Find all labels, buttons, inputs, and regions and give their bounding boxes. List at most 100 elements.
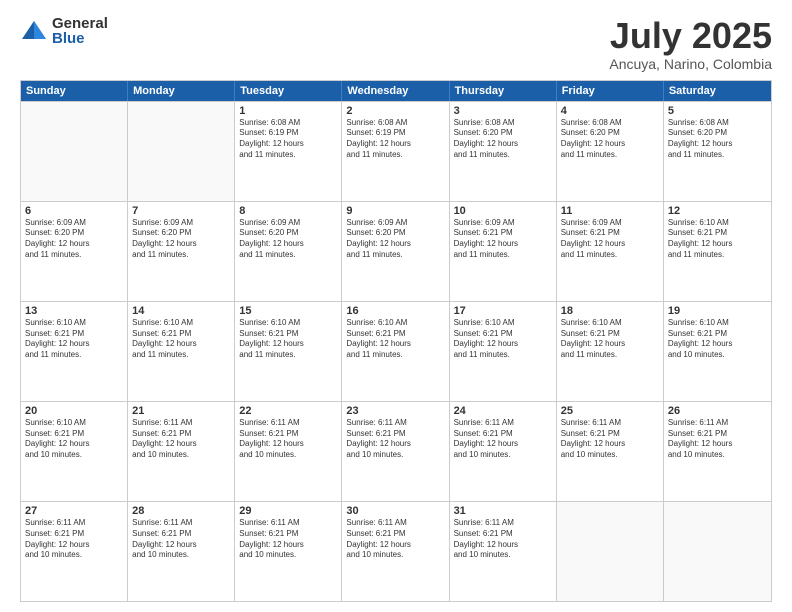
calendar-cell: 29Sunrise: 6:11 AM Sunset: 6:21 PM Dayli… bbox=[235, 502, 342, 601]
calendar-cell: 30Sunrise: 6:11 AM Sunset: 6:21 PM Dayli… bbox=[342, 502, 449, 601]
day-number: 24 bbox=[454, 405, 552, 417]
day-number: 16 bbox=[346, 305, 444, 317]
location: Ancuya, Narino, Colombia bbox=[609, 56, 772, 72]
calendar-cell bbox=[128, 102, 235, 201]
page: General Blue July 2025 Ancuya, Narino, C… bbox=[0, 0, 792, 612]
calendar-cell: 31Sunrise: 6:11 AM Sunset: 6:21 PM Dayli… bbox=[450, 502, 557, 601]
day-info: Sunrise: 6:09 AM Sunset: 6:20 PM Dayligh… bbox=[132, 218, 230, 261]
day-info: Sunrise: 6:09 AM Sunset: 6:21 PM Dayligh… bbox=[561, 218, 659, 261]
day-number: 8 bbox=[239, 205, 337, 217]
day-info: Sunrise: 6:11 AM Sunset: 6:21 PM Dayligh… bbox=[239, 518, 337, 561]
day-info: Sunrise: 6:11 AM Sunset: 6:21 PM Dayligh… bbox=[25, 518, 123, 561]
calendar-header: SundayMondayTuesdayWednesdayThursdayFrid… bbox=[21, 81, 771, 101]
calendar-cell: 12Sunrise: 6:10 AM Sunset: 6:21 PM Dayli… bbox=[664, 202, 771, 301]
calendar-cell: 13Sunrise: 6:10 AM Sunset: 6:21 PM Dayli… bbox=[21, 302, 128, 401]
day-number: 26 bbox=[668, 405, 767, 417]
calendar-row-1: 1Sunrise: 6:08 AM Sunset: 6:19 PM Daylig… bbox=[21, 101, 771, 201]
day-info: Sunrise: 6:11 AM Sunset: 6:21 PM Dayligh… bbox=[668, 418, 767, 461]
day-info: Sunrise: 6:09 AM Sunset: 6:20 PM Dayligh… bbox=[25, 218, 123, 261]
header: General Blue July 2025 Ancuya, Narino, C… bbox=[20, 16, 772, 72]
day-info: Sunrise: 6:10 AM Sunset: 6:21 PM Dayligh… bbox=[346, 318, 444, 361]
calendar-cell: 20Sunrise: 6:10 AM Sunset: 6:21 PM Dayli… bbox=[21, 402, 128, 501]
day-number: 4 bbox=[561, 105, 659, 117]
calendar-cell: 21Sunrise: 6:11 AM Sunset: 6:21 PM Dayli… bbox=[128, 402, 235, 501]
day-number: 10 bbox=[454, 205, 552, 217]
logo-blue: Blue bbox=[52, 31, 108, 46]
calendar-cell: 10Sunrise: 6:09 AM Sunset: 6:21 PM Dayli… bbox=[450, 202, 557, 301]
day-number: 13 bbox=[25, 305, 123, 317]
day-number: 20 bbox=[25, 405, 123, 417]
day-number: 15 bbox=[239, 305, 337, 317]
calendar-cell: 25Sunrise: 6:11 AM Sunset: 6:21 PM Dayli… bbox=[557, 402, 664, 501]
day-info: Sunrise: 6:08 AM Sunset: 6:20 PM Dayligh… bbox=[454, 118, 552, 161]
day-info: Sunrise: 6:11 AM Sunset: 6:21 PM Dayligh… bbox=[454, 418, 552, 461]
calendar-cell: 15Sunrise: 6:10 AM Sunset: 6:21 PM Dayli… bbox=[235, 302, 342, 401]
day-info: Sunrise: 6:11 AM Sunset: 6:21 PM Dayligh… bbox=[454, 518, 552, 561]
day-number: 2 bbox=[346, 105, 444, 117]
day-number: 23 bbox=[346, 405, 444, 417]
calendar-cell: 16Sunrise: 6:10 AM Sunset: 6:21 PM Dayli… bbox=[342, 302, 449, 401]
day-number: 11 bbox=[561, 205, 659, 217]
day-number: 27 bbox=[25, 505, 123, 517]
calendar-cell: 28Sunrise: 6:11 AM Sunset: 6:21 PM Dayli… bbox=[128, 502, 235, 601]
day-info: Sunrise: 6:11 AM Sunset: 6:21 PM Dayligh… bbox=[132, 418, 230, 461]
calendar-cell: 24Sunrise: 6:11 AM Sunset: 6:21 PM Dayli… bbox=[450, 402, 557, 501]
day-info: Sunrise: 6:10 AM Sunset: 6:21 PM Dayligh… bbox=[668, 318, 767, 361]
calendar-cell: 22Sunrise: 6:11 AM Sunset: 6:21 PM Dayli… bbox=[235, 402, 342, 501]
day-number: 3 bbox=[454, 105, 552, 117]
header-day-thursday: Thursday bbox=[450, 81, 557, 101]
calendar-row-2: 6Sunrise: 6:09 AM Sunset: 6:20 PM Daylig… bbox=[21, 201, 771, 301]
calendar-cell: 18Sunrise: 6:10 AM Sunset: 6:21 PM Dayli… bbox=[557, 302, 664, 401]
calendar-cell bbox=[21, 102, 128, 201]
day-number: 9 bbox=[346, 205, 444, 217]
calendar-cell: 27Sunrise: 6:11 AM Sunset: 6:21 PM Dayli… bbox=[21, 502, 128, 601]
calendar-cell: 14Sunrise: 6:10 AM Sunset: 6:21 PM Dayli… bbox=[128, 302, 235, 401]
calendar-cell bbox=[557, 502, 664, 601]
calendar-cell: 11Sunrise: 6:09 AM Sunset: 6:21 PM Dayli… bbox=[557, 202, 664, 301]
day-number: 5 bbox=[668, 105, 767, 117]
day-info: Sunrise: 6:10 AM Sunset: 6:21 PM Dayligh… bbox=[454, 318, 552, 361]
header-day-tuesday: Tuesday bbox=[235, 81, 342, 101]
day-number: 29 bbox=[239, 505, 337, 517]
day-info: Sunrise: 6:10 AM Sunset: 6:21 PM Dayligh… bbox=[25, 318, 123, 361]
header-day-sunday: Sunday bbox=[21, 81, 128, 101]
calendar-cell: 17Sunrise: 6:10 AM Sunset: 6:21 PM Dayli… bbox=[450, 302, 557, 401]
day-number: 25 bbox=[561, 405, 659, 417]
day-number: 6 bbox=[25, 205, 123, 217]
calendar-cell: 26Sunrise: 6:11 AM Sunset: 6:21 PM Dayli… bbox=[664, 402, 771, 501]
day-info: Sunrise: 6:11 AM Sunset: 6:21 PM Dayligh… bbox=[346, 518, 444, 561]
day-number: 28 bbox=[132, 505, 230, 517]
day-info: Sunrise: 6:10 AM Sunset: 6:21 PM Dayligh… bbox=[132, 318, 230, 361]
day-info: Sunrise: 6:08 AM Sunset: 6:20 PM Dayligh… bbox=[668, 118, 767, 161]
day-number: 19 bbox=[668, 305, 767, 317]
logo-text: General Blue bbox=[52, 16, 108, 46]
day-info: Sunrise: 6:11 AM Sunset: 6:21 PM Dayligh… bbox=[239, 418, 337, 461]
day-info: Sunrise: 6:10 AM Sunset: 6:21 PM Dayligh… bbox=[239, 318, 337, 361]
month-title: July 2025 bbox=[609, 16, 772, 56]
calendar-cell: 19Sunrise: 6:10 AM Sunset: 6:21 PM Dayli… bbox=[664, 302, 771, 401]
day-number: 31 bbox=[454, 505, 552, 517]
day-info: Sunrise: 6:09 AM Sunset: 6:21 PM Dayligh… bbox=[454, 218, 552, 261]
day-info: Sunrise: 6:08 AM Sunset: 6:19 PM Dayligh… bbox=[239, 118, 337, 161]
calendar-cell bbox=[664, 502, 771, 601]
calendar-cell: 1Sunrise: 6:08 AM Sunset: 6:19 PM Daylig… bbox=[235, 102, 342, 201]
day-info: Sunrise: 6:11 AM Sunset: 6:21 PM Dayligh… bbox=[346, 418, 444, 461]
calendar-cell: 8Sunrise: 6:09 AM Sunset: 6:20 PM Daylig… bbox=[235, 202, 342, 301]
day-info: Sunrise: 6:09 AM Sunset: 6:20 PM Dayligh… bbox=[346, 218, 444, 261]
calendar-body: 1Sunrise: 6:08 AM Sunset: 6:19 PM Daylig… bbox=[21, 101, 771, 601]
day-info: Sunrise: 6:08 AM Sunset: 6:19 PM Dayligh… bbox=[346, 118, 444, 161]
day-info: Sunrise: 6:10 AM Sunset: 6:21 PM Dayligh… bbox=[668, 218, 767, 261]
day-number: 18 bbox=[561, 305, 659, 317]
logo: General Blue bbox=[20, 16, 108, 46]
calendar-cell: 7Sunrise: 6:09 AM Sunset: 6:20 PM Daylig… bbox=[128, 202, 235, 301]
day-number: 22 bbox=[239, 405, 337, 417]
logo-icon bbox=[20, 17, 48, 45]
header-day-wednesday: Wednesday bbox=[342, 81, 449, 101]
day-info: Sunrise: 6:10 AM Sunset: 6:21 PM Dayligh… bbox=[25, 418, 123, 461]
header-day-monday: Monday bbox=[128, 81, 235, 101]
day-info: Sunrise: 6:11 AM Sunset: 6:21 PM Dayligh… bbox=[561, 418, 659, 461]
header-day-friday: Friday bbox=[557, 81, 664, 101]
calendar-cell: 2Sunrise: 6:08 AM Sunset: 6:19 PM Daylig… bbox=[342, 102, 449, 201]
day-number: 7 bbox=[132, 205, 230, 217]
calendar-cell: 6Sunrise: 6:09 AM Sunset: 6:20 PM Daylig… bbox=[21, 202, 128, 301]
